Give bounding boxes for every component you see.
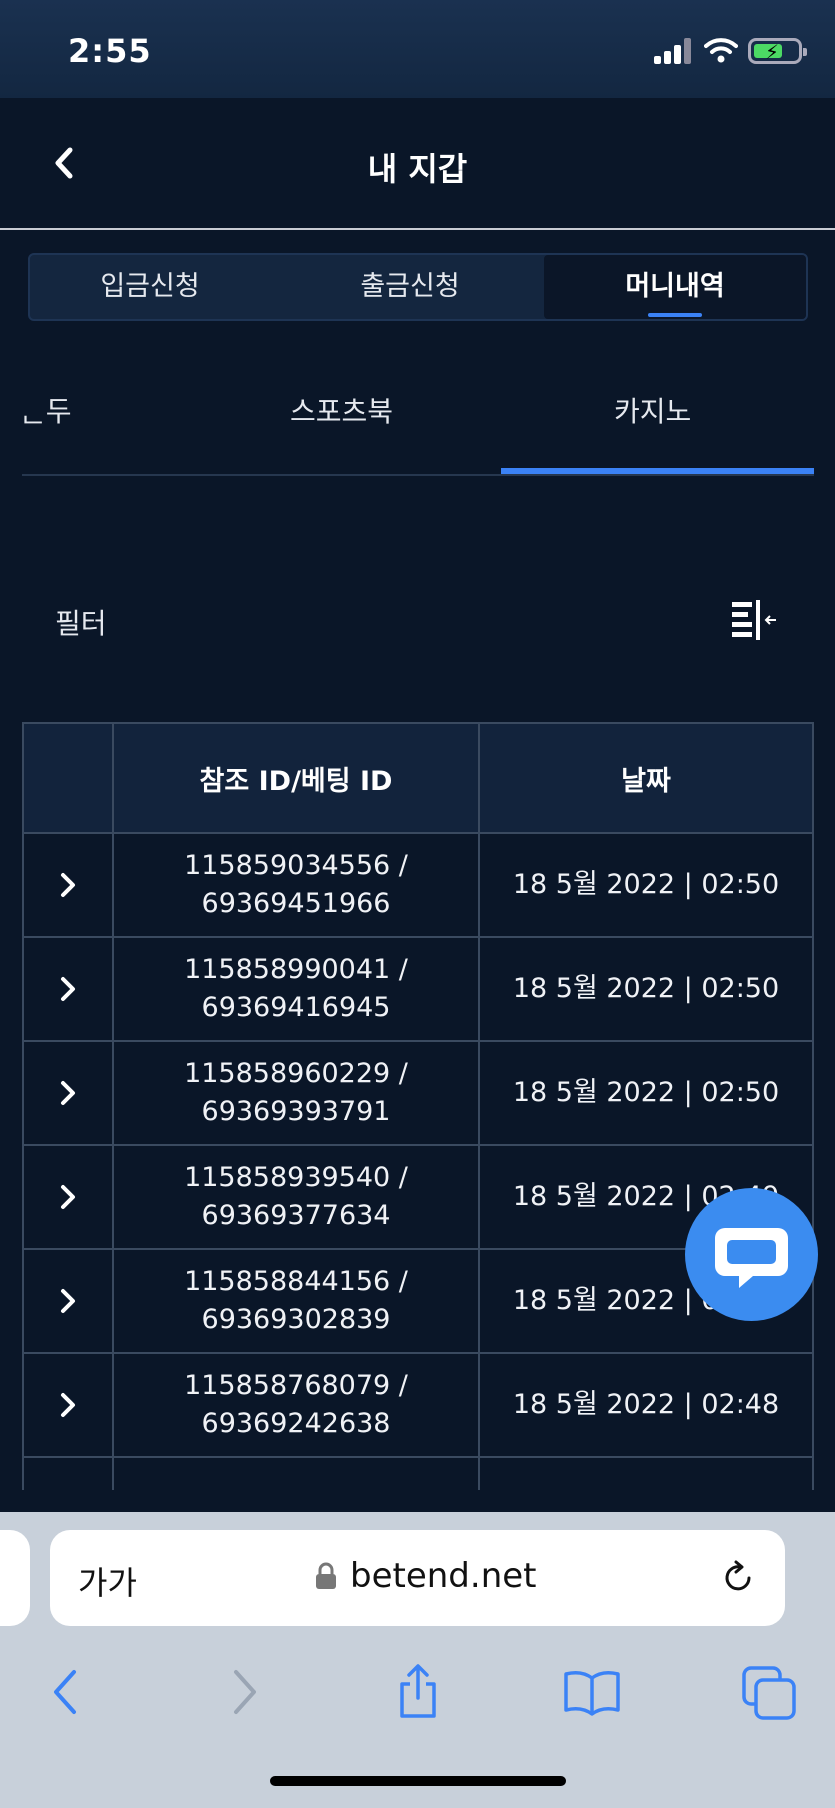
transactions-table: 참조 ID/베팅 ID 날짜 115859034556 / 69369451966… bbox=[22, 722, 814, 1490]
ref-id-cell: 115858768079 / 69369242638 bbox=[112, 1352, 480, 1458]
live-chat-button[interactable] bbox=[685, 1188, 818, 1321]
tab-withdraw[interactable]: 출금신청 bbox=[280, 255, 540, 319]
tab-deposit[interactable]: 입금신청 bbox=[30, 255, 270, 319]
bet-id: 69369451966 bbox=[201, 888, 391, 919]
expand-cell[interactable] bbox=[22, 1352, 114, 1458]
date-cell bbox=[478, 1456, 814, 1490]
chevron-right-icon bbox=[61, 873, 75, 897]
status-bar: 2:55 ⚡ bbox=[0, 0, 835, 98]
tabs-icon[interactable] bbox=[740, 1662, 800, 1722]
tab-underline bbox=[648, 313, 702, 317]
ref-id: 115858960229 / bbox=[184, 1058, 408, 1089]
table-header-row: 참조 ID/베팅 ID 날짜 bbox=[22, 722, 814, 834]
browser-forward-icon[interactable] bbox=[214, 1662, 274, 1722]
bet-id: 69369416945 bbox=[201, 992, 391, 1023]
chat-bubble-icon bbox=[715, 1228, 788, 1288]
bet-id: 69369377634 bbox=[201, 1200, 391, 1231]
chevron-right-icon bbox=[61, 977, 75, 1001]
date-cell: 18 5월 2022 | 02:50 bbox=[478, 936, 814, 1042]
category-tab-label: ᆫ두 bbox=[20, 395, 72, 428]
date-cell: 18 5월 2022 | 02:50 bbox=[478, 1040, 814, 1146]
text-size-button[interactable]: 가가 bbox=[78, 1558, 137, 1604]
ref-id: 115858768079 / bbox=[184, 1370, 408, 1401]
share-icon[interactable] bbox=[388, 1662, 448, 1722]
address-bar[interactable]: 가가 betend.net bbox=[50, 1530, 785, 1626]
chevron-right-icon bbox=[61, 1185, 75, 1209]
date-cell: 18 5월 2022 | 02:48 bbox=[478, 1352, 814, 1458]
ref-id: 115859034556 / bbox=[184, 850, 408, 881]
home-indicator[interactable] bbox=[270, 1776, 566, 1786]
ref-id-cell: 115858939540 / 69369377634 bbox=[112, 1144, 480, 1250]
expand-cell[interactable] bbox=[22, 1456, 114, 1490]
expand-column-header bbox=[22, 722, 114, 834]
table-row[interactable]: 115858960229 / 69369393791 18 5월 2022 | 0… bbox=[22, 1040, 814, 1146]
app-header: 내 지갑 bbox=[0, 98, 835, 230]
browser-toolbar: 가가 betend.net bbox=[0, 1512, 835, 1808]
ref-id-cell: 115858960229 / 69369393791 bbox=[112, 1040, 480, 1146]
tab-money-history[interactable]: 머니내역 bbox=[544, 255, 806, 319]
wifi-icon bbox=[704, 38, 738, 63]
battery-icon: ⚡ bbox=[748, 38, 807, 64]
transactions-table-container[interactable]: 참조 ID/베팅 ID 날짜 115859034556 / 69369451966… bbox=[22, 722, 814, 1490]
filter-label[interactable]: 필터 bbox=[55, 602, 107, 642]
table-row[interactable]: 115859034556 / 69369451966 18 5월 2022 | 0… bbox=[22, 832, 814, 938]
ref-id: 115858990041 / bbox=[184, 954, 408, 985]
chevron-right-icon bbox=[61, 1081, 75, 1105]
chevron-right-icon bbox=[61, 1393, 75, 1417]
filter-columns-icon[interactable] bbox=[730, 598, 780, 642]
category-tab-all[interactable]: ᆫ두 bbox=[20, 390, 72, 430]
category-tab-sportsbook[interactable]: 스포츠북 bbox=[290, 390, 393, 430]
ref-id-column-header: 참조 ID/베팅 ID bbox=[112, 722, 480, 834]
tab-label: 머니내역 bbox=[625, 271, 725, 302]
wallet-segment-tabs: 입금신청 출금신청 머니내역 bbox=[28, 253, 808, 321]
bet-id: 69369393791 bbox=[201, 1096, 391, 1127]
reload-icon[interactable] bbox=[718, 1558, 758, 1598]
table-row[interactable]: 115858768079 / 69369242638 18 5월 2022 | 0… bbox=[22, 1352, 814, 1458]
expand-cell[interactable] bbox=[22, 936, 114, 1042]
date-cell: 18 5월 2022 | 02:50 bbox=[478, 832, 814, 938]
bet-id: 69369242638 bbox=[201, 1408, 391, 1439]
expand-cell[interactable] bbox=[22, 1040, 114, 1146]
category-tab-label: 스포츠북 bbox=[290, 395, 394, 428]
ref-id: 115858844156 / bbox=[184, 1266, 408, 1297]
ref-id-cell: 115858844156 / 69369302839 bbox=[112, 1248, 480, 1354]
page-title: 내 지갑 bbox=[367, 150, 468, 188]
bet-id: 69369302839 bbox=[201, 1304, 391, 1335]
ref-id-cell: 115859034556 / 69369451966 bbox=[112, 832, 480, 938]
url-text: betend.net bbox=[350, 1556, 537, 1596]
ref-id-cell: 115858723624 / bbox=[112, 1456, 480, 1490]
bookmarks-icon[interactable] bbox=[562, 1662, 622, 1722]
ref-id: 115858939540 / bbox=[184, 1162, 408, 1193]
ref-id-cell: 115858990041 / 69369416945 bbox=[112, 936, 480, 1042]
date-column-header: 날짜 bbox=[478, 722, 814, 834]
category-active-indicator bbox=[501, 468, 814, 474]
category-tab-label: 카지노 bbox=[614, 395, 692, 428]
chevron-right-icon bbox=[61, 1289, 75, 1313]
tab-label: 입금신청 bbox=[100, 271, 200, 302]
tab-label: 출금신청 bbox=[360, 271, 460, 302]
expand-cell[interactable] bbox=[22, 832, 114, 938]
browser-back-icon[interactable] bbox=[36, 1662, 96, 1722]
previous-tab-card[interactable] bbox=[0, 1530, 30, 1626]
category-tabs: ᆫ두 스포츠북 카지노 bbox=[20, 370, 814, 476]
lock-icon bbox=[316, 1562, 336, 1589]
category-tab-casino[interactable]: 카지노 bbox=[614, 390, 691, 430]
signal-icon bbox=[654, 38, 694, 64]
expand-cell[interactable] bbox=[22, 1248, 114, 1354]
table-row[interactable]: 115858990041 / 69369416945 18 5월 2022 | 0… bbox=[22, 936, 814, 1042]
status-time: 2:55 bbox=[68, 32, 152, 70]
expand-cell[interactable] bbox=[22, 1144, 114, 1250]
table-row[interactable]: 115858723624 / bbox=[22, 1456, 814, 1490]
